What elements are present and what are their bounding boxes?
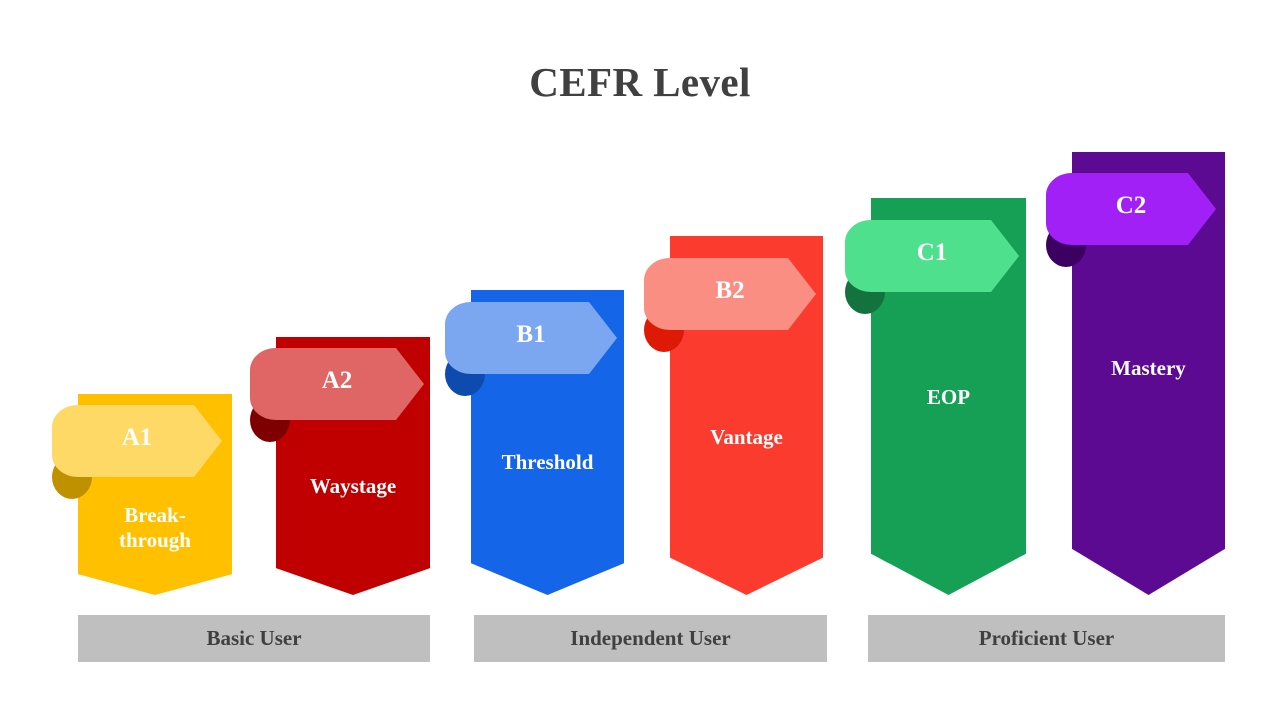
category-band-label: Proficient User [978, 626, 1115, 650]
level-name-a2: Waystage [309, 474, 397, 498]
level-code-c1: C1 [916, 239, 948, 266]
category-band-independent-user[interactable]: Independent User [474, 615, 827, 662]
category-band-basic-user[interactable]: Basic User [78, 615, 430, 662]
category-band-label: Independent User [570, 626, 731, 650]
level-code-c2: C2 [1115, 192, 1147, 219]
level-name-a1: Break- through [119, 503, 191, 552]
page-title: CEFR Level [529, 59, 751, 105]
category-band-label: Basic User [206, 626, 302, 650]
level-code-b1: B1 [516, 321, 546, 348]
level-code-a2: A2 [321, 367, 353, 394]
cefr-level-diagram: CEFR Level Break- through A1 Waystage A2 Thr… [0, 0, 1280, 720]
level-code-b2: B2 [715, 277, 745, 304]
level-code-a1: A1 [121, 424, 153, 451]
level-name-c1: EOP [926, 385, 971, 409]
level-name-c2: Mastery [1111, 356, 1186, 380]
level-name-b1: Threshold [501, 450, 594, 474]
category-band-proficient-user[interactable]: Proficient User [868, 615, 1225, 662]
level-name-b2: Vantage [710, 425, 783, 449]
